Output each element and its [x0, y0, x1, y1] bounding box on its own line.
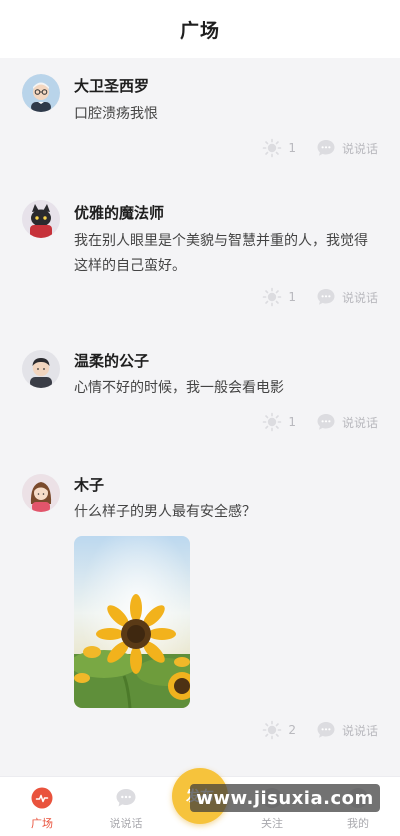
- speech-bubble-icon: [317, 289, 335, 305]
- comment-label: 说说话: [341, 141, 378, 156]
- chat-icon: [116, 789, 136, 807]
- like-count: 1: [288, 141, 296, 155]
- like-count: 1: [288, 290, 296, 304]
- like-button[interactable]: 2: [262, 720, 316, 740]
- post-content: 我在别人眼里是个美貌与智慧并重的人，我觉得这样的自己蛮好。: [74, 233, 368, 274]
- post-actions: 2 说说话: [262, 720, 378, 740]
- sunflower-photo[interactable]: [74, 536, 190, 708]
- post-card[interactable]: 优雅的魔法师 我在别人眼里是个美貌与智慧并重的人，我觉得这样的自己蛮好。 1 说…: [0, 180, 400, 328]
- plaza-icon: [31, 787, 53, 809]
- woman-avatar[interactable]: [22, 474, 60, 512]
- post-content: 什么样子的男人最有安全感？: [74, 504, 256, 520]
- post-content: 心情不好的时候，我一般会看电影: [74, 380, 284, 396]
- comment-button[interactable]: 说说话: [316, 287, 378, 307]
- tab-label: 广场: [31, 817, 53, 830]
- comment-label: 说说话: [341, 415, 378, 430]
- post-username[interactable]: 大卫圣西罗: [74, 75, 149, 96]
- sun-icon: [263, 720, 282, 740]
- speech-bubble-icon: [317, 414, 335, 430]
- sun-icon: [263, 412, 282, 432]
- post-username[interactable]: 木子: [74, 474, 104, 495]
- comment-label: 说说话: [341, 290, 378, 305]
- black-cat-avatar[interactable]: [22, 200, 60, 238]
- app-screen: 广场 大卫圣西罗 口腔溃疡我恨 1 说说话 优雅的魔法师 我在别人眼里是个美貌与…: [0, 0, 400, 836]
- comment-button[interactable]: 说说话: [316, 720, 378, 740]
- like-count: 2: [288, 723, 296, 737]
- site-watermark: www.jisuxia.com: [190, 784, 380, 812]
- tab-label: 说说话: [109, 817, 143, 830]
- sun-icon: [263, 287, 282, 307]
- post-actions: 1 说说话: [262, 287, 378, 307]
- post-content: 口腔溃疡我恨: [74, 106, 158, 122]
- post-actions: 1 说说话: [262, 412, 378, 432]
- like-button[interactable]: 1: [262, 287, 316, 307]
- like-count: 1: [288, 415, 296, 429]
- post-card[interactable]: 大卫圣西罗 口腔溃疡我恨 1 说说话: [0, 58, 400, 180]
- comment-button[interactable]: 说说话: [316, 412, 378, 432]
- speech-bubble-icon: [317, 140, 335, 156]
- post-feed[interactable]: 大卫圣西罗 口腔溃疡我恨 1 说说话 优雅的魔法师 我在别人眼里是个美貌与智慧并…: [0, 58, 400, 756]
- tab-label: 我的: [347, 817, 369, 830]
- tab-label: 关注: [261, 817, 283, 830]
- comment-label: 说说话: [341, 723, 378, 738]
- post-card[interactable]: 温柔的公子 心情不好的时候，我一般会看电影 1 说说话: [0, 328, 400, 456]
- comment-button[interactable]: 说说话: [316, 138, 378, 158]
- tab-chat[interactable]: 说说话: [86, 777, 166, 836]
- post-username[interactable]: 优雅的魔法师: [74, 202, 164, 223]
- post-card[interactable]: 木子 什么样子的男人最有安全感？ 2 说说话: [0, 456, 400, 756]
- like-button[interactable]: 1: [262, 138, 316, 158]
- man-avatar[interactable]: [22, 350, 60, 388]
- top-bar: 广场: [0, 0, 400, 58]
- speech-bubble-icon: [317, 722, 335, 738]
- tab-plaza[interactable]: 广场: [2, 777, 82, 836]
- post-actions: 1 说说话: [262, 138, 378, 158]
- post-username[interactable]: 温柔的公子: [74, 350, 149, 371]
- man-glasses-avatar[interactable]: [22, 74, 60, 112]
- like-button[interactable]: 1: [262, 412, 316, 432]
- page-title: 广场: [179, 19, 220, 42]
- sun-icon: [263, 138, 282, 158]
